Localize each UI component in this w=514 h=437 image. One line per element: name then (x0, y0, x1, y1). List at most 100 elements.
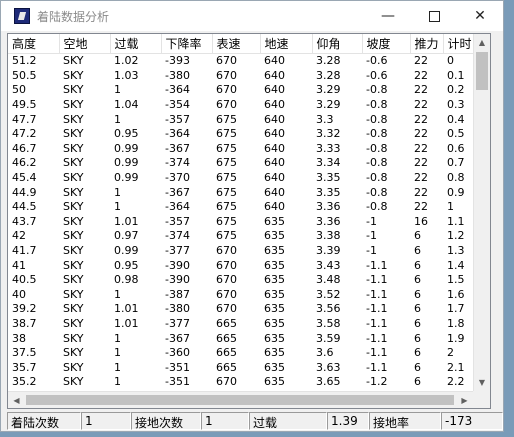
table-cell: 665 (216, 360, 237, 374)
table-cell: 640 (264, 98, 285, 112)
table-cell: -380 (165, 302, 190, 316)
table-row[interactable]: 40.5 SKY 0.98 -390 670 635 3.48 -1.1 6 1.5 (8, 273, 479, 288)
table-row[interactable]: 38.7 SKY 1.01 -377 665 635 3.58 -1.1 6 1.8 (8, 317, 479, 332)
vertical-scroll-thumb[interactable] (476, 52, 488, 90)
table-cell: -1.1 (366, 287, 388, 301)
table-row[interactable]: 47.7 SKY 1 -357 675 640 3.3 -0.8 22 0.4 (8, 112, 479, 127)
close-button[interactable]: ✕ (457, 1, 503, 31)
table-row[interactable]: 40 SKY 1 -387 670 635 3.52 -1.1 6 1.6 (8, 288, 479, 303)
table-row[interactable]: 42 SKY 0.97 -374 675 635 3.38 -1 6 1.2 (8, 229, 479, 244)
table-cell: SKY (63, 54, 84, 68)
table-row[interactable]: 35.7 SKY 1 -351 665 635 3.63 -1.1 6 2.1 (8, 360, 479, 375)
table-cell: 3.3 (316, 112, 334, 126)
horizontal-scroll-thumb[interactable] (26, 395, 454, 405)
table-row[interactable]: 50.5 SKY 1.03 -380 670 640 3.28 -0.6 22 0.1 (8, 69, 479, 84)
table-cell: 665 (216, 316, 237, 330)
table-cell: SKY (63, 360, 84, 374)
column-header[interactable]: 坡度 (362, 34, 411, 54)
overload-label: 过载 (249, 412, 327, 430)
table-row[interactable]: 46.7 SKY 0.99 -367 675 640 3.33 -0.8 22 0.6 (8, 142, 479, 157)
table-cell: 3.36 (316, 214, 341, 228)
scroll-left-arrow-icon[interactable]: ◀ (8, 392, 25, 408)
column-header[interactable]: 过载 (110, 34, 162, 54)
table-cell: 0.97 (114, 229, 139, 243)
minimize-button[interactable]: — (365, 1, 411, 31)
table-cell: 22 (414, 68, 428, 82)
table-cell: 3.65 (316, 375, 341, 389)
table-cell: 3.43 (316, 258, 341, 272)
table-row[interactable]: 49.5 SKY 1.04 -354 670 640 3.29 -0.8 22 0.3 (8, 98, 479, 113)
table-cell: 665 (216, 331, 237, 345)
table-row[interactable]: 44.5 SKY 1 -364 675 640 3.36 -0.8 22 1 (8, 200, 479, 215)
table-cell: 6 (414, 360, 421, 374)
table-cell: 675 (216, 141, 237, 155)
table-cell: SKY (63, 214, 84, 228)
table-row[interactable]: 37.5 SKY 1 -360 665 635 3.6 -1.1 6 2 (8, 346, 479, 361)
table-row[interactable]: 43.7 SKY 1.01 -357 675 635 3.36 -1 16 1.1 (8, 215, 479, 230)
table-row[interactable]: 51.2 SKY 1.02 -393 670 640 3.28 -0.6 22 0 (8, 54, 479, 69)
table-cell: -364 (165, 200, 190, 214)
table-cell: 635 (264, 229, 285, 243)
scroll-right-arrow-icon[interactable]: ▶ (456, 392, 473, 408)
table-cell: 6 (414, 258, 421, 272)
column-header[interactable]: 表速 (212, 34, 261, 54)
horizontal-scrollbar[interactable]: ◀ ▶ (8, 391, 473, 408)
table-cell: -380 (165, 68, 190, 82)
table-cell: 1 (114, 185, 121, 199)
table-cell: 635 (264, 214, 285, 228)
column-header[interactable]: 仰角 (312, 34, 363, 54)
table-row[interactable]: 35.2 SKY 1 -351 670 635 3.65 -1.2 6 2.2 (8, 375, 479, 390)
table-row[interactable]: 41.7 SKY 0.99 -377 670 635 3.39 -1 6 1.3 (8, 244, 479, 259)
table-cell: 640 (264, 171, 285, 185)
app-window: 着陆数据分析 — ✕ 高度 空地 过载 下降率 表速 地速 仰角 坡度 推力 计时 51.2 SKY… (0, 0, 504, 432)
table-row[interactable]: 47.2 SKY 0.95 -364 675 640 3.32 -0.8 22 0.5 (8, 127, 479, 142)
table-row[interactable]: 38 SKY 1 -367 665 635 3.59 -1.1 6 1.9 (8, 331, 479, 346)
table-cell: -1.1 (366, 273, 388, 287)
vertical-scrollbar[interactable]: ▲ ▼ (473, 34, 490, 391)
table-cell: 49.5 (12, 98, 37, 112)
table-cell: -0.8 (366, 112, 388, 126)
table-cell: -374 (165, 156, 190, 170)
table-row[interactable]: 39.2 SKY 1.01 -380 670 635 3.56 -1.1 6 1.7 (8, 302, 479, 317)
table-cell: 0.98 (114, 273, 139, 287)
maximize-button[interactable] (411, 1, 457, 31)
table-cell: 3.63 (316, 360, 341, 374)
table-cell: 670 (216, 258, 237, 272)
table-cell: 640 (264, 185, 285, 199)
table-cell: -0.8 (366, 83, 388, 97)
column-header[interactable]: 空地 (59, 34, 111, 54)
table-cell: 1 (114, 346, 121, 360)
table-cell: 670 (216, 98, 237, 112)
table-cell: 1 (114, 331, 121, 345)
table-row[interactable]: 45.4 SKY 0.99 -370 675 640 3.35 -0.8 22 0.8 (8, 171, 479, 186)
table-cell: 38 (12, 331, 26, 345)
table-cell: 6 (414, 244, 421, 258)
table-cell: 3.35 (316, 171, 341, 185)
table-cell: -367 (165, 141, 190, 155)
overload-value: 1.39 (327, 412, 369, 430)
table-row[interactable]: 50 SKY 1 -364 670 640 3.29 -0.8 22 0.2 (8, 83, 479, 98)
table-cell: 6 (414, 375, 421, 389)
table-cell: 635 (264, 375, 285, 389)
table-cell: 670 (216, 375, 237, 389)
scroll-up-arrow-icon[interactable]: ▲ (474, 34, 490, 51)
table-cell: 40.5 (12, 273, 37, 287)
landing-data-list[interactable]: 高度 空地 过载 下降率 表速 地速 仰角 坡度 推力 计时 51.2 SKY 1.02 -393 670… (7, 33, 491, 409)
table-cell: 22 (414, 200, 428, 214)
table-row[interactable]: 44.9 SKY 1 -367 675 640 3.35 -0.8 22 0.9 (8, 185, 479, 200)
scroll-down-arrow-icon[interactable]: ▼ (474, 374, 490, 391)
table-cell: 3.32 (316, 127, 341, 141)
table-row[interactable]: 41 SKY 0.95 -390 670 635 3.43 -1.1 6 1.4 (8, 258, 479, 273)
table-cell: SKY (63, 258, 84, 272)
column-header[interactable]: 下降率 (161, 34, 213, 54)
title-bar[interactable]: 着陆数据分析 — ✕ (1, 1, 503, 31)
table-cell: 640 (264, 54, 285, 68)
table-row[interactable]: 46.2 SKY 0.99 -374 675 640 3.34 -0.8 22 0.7 (8, 156, 479, 171)
column-header[interactable]: 高度 (8, 34, 60, 54)
column-header[interactable]: 推力 (410, 34, 444, 54)
table-cell: 3.33 (316, 141, 341, 155)
table-cell: 22 (414, 127, 428, 141)
table-cell: 1 (114, 360, 121, 374)
table-cell: -0.8 (366, 171, 388, 185)
column-header[interactable]: 地速 (260, 34, 313, 54)
